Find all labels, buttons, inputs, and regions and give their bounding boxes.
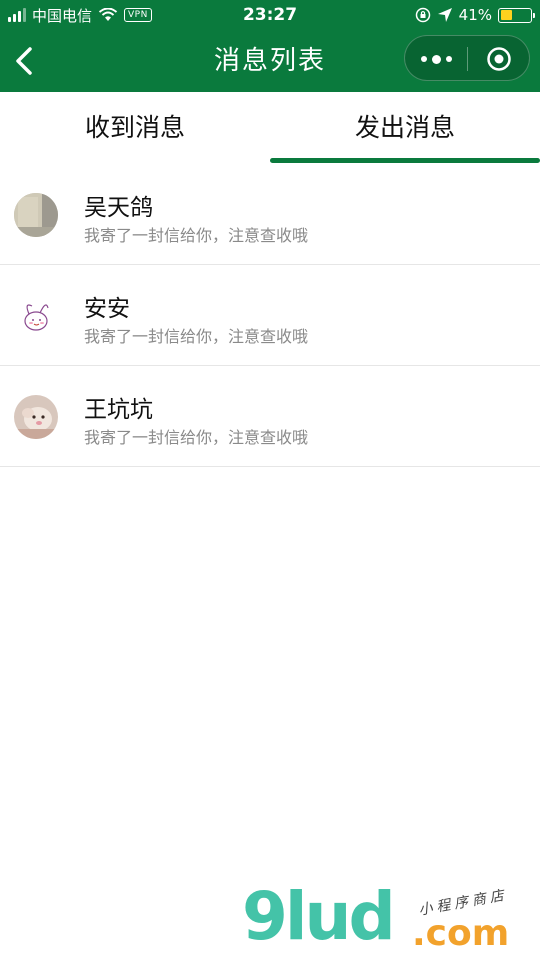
status-right: 41% (415, 0, 535, 30)
avatar (14, 395, 58, 439)
message-preview: 我寄了一封信给你，注意查收哦 (84, 226, 309, 245)
avatar (14, 294, 58, 338)
message-preview: 我寄了一封信给你，注意查收哦 (84, 327, 309, 346)
orientation-lock-icon (415, 7, 430, 23)
message-list: 吴天鸽 我寄了一封信给你，注意查收哦 安安 我寄了一封信给你，注意查收哦 王坑坑… (0, 164, 540, 467)
watermark-domain: .com (412, 913, 510, 954)
watermark-brand: 9lud (242, 878, 396, 955)
location-arrow-icon (437, 8, 452, 22)
navigation-bar: 消息列表 (0, 30, 540, 92)
tab-received[interactable]: 收到消息 (0, 92, 270, 164)
status-bar: 中国电信 VPN 23:27 41% (0, 0, 540, 30)
message-tabs: 收到消息 发出消息 (0, 92, 540, 164)
active-tab-indicator (270, 158, 540, 163)
mini-program-capsule (404, 35, 530, 81)
more-button[interactable] (405, 36, 467, 82)
battery-percent: 41% (458, 6, 492, 24)
avatar (14, 193, 58, 237)
list-item[interactable]: 王坑坑 我寄了一封信给你，注意查收哦 (0, 366, 540, 467)
sender-name: 吴天鸽 (84, 195, 153, 221)
watermark-logo: 9lud 小程序商店 .com (240, 880, 540, 960)
target-circle-icon (487, 47, 511, 71)
message-preview: 我寄了一封信给你，注意查收哦 (84, 428, 309, 447)
battery-icon (498, 7, 535, 23)
tab-sent[interactable]: 发出消息 (270, 92, 540, 164)
sender-name: 王坑坑 (84, 397, 153, 423)
list-item[interactable]: 安安 我寄了一封信给你，注意查收哦 (0, 265, 540, 366)
battery-fill (500, 10, 513, 20)
close-mini-program-button[interactable] (468, 36, 530, 82)
sender-name: 安安 (84, 296, 130, 322)
list-item[interactable]: 吴天鸽 我寄了一封信给你，注意查收哦 (0, 164, 540, 265)
